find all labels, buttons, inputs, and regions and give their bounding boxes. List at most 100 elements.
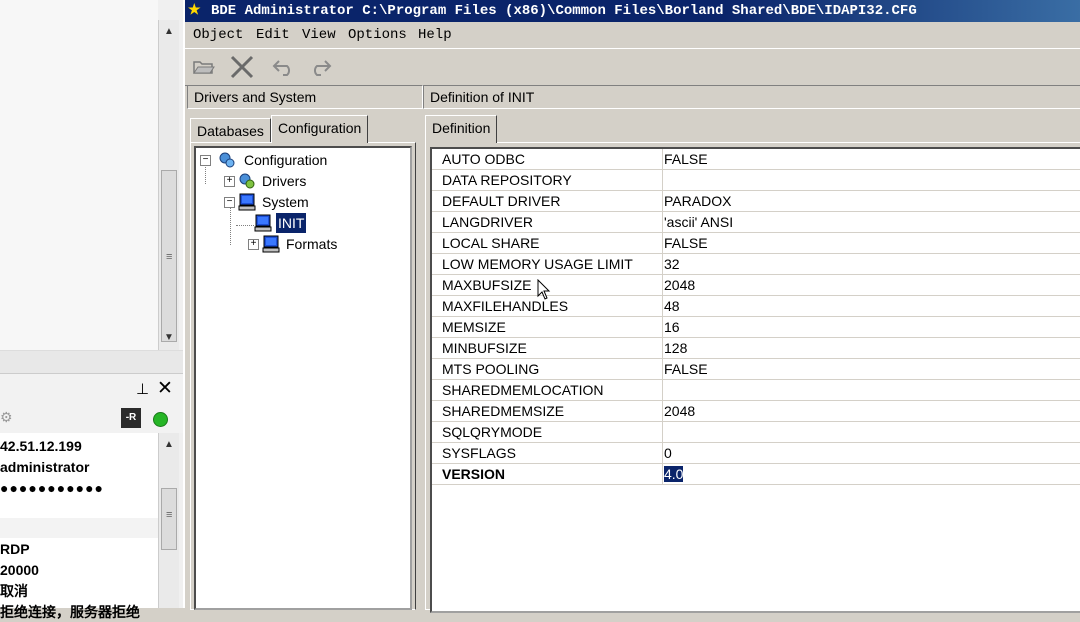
tree-node-system[interactable]: − System xyxy=(224,192,404,212)
tree-label: Drivers xyxy=(262,173,307,189)
setting-name[interactable]: MTS POOLING xyxy=(432,359,663,379)
setting-name[interactable]: SHAREDMEMSIZE xyxy=(432,401,663,421)
setting-name[interactable]: DATA REPOSITORY xyxy=(432,170,663,190)
tab-definition[interactable]: Definition xyxy=(425,115,498,143)
grip-icon: ≡ xyxy=(166,251,173,263)
setting-value[interactable]: 32 xyxy=(664,254,680,274)
table-row[interactable]: MTS POOLING FALSE xyxy=(432,359,1080,380)
setting-value[interactable]: FALSE xyxy=(664,359,708,379)
tree-node-formats[interactable]: + Formats xyxy=(248,234,368,254)
setting-value[interactable]: 'ascii' ANSI xyxy=(664,212,733,232)
setting-value[interactable]: PARADOX xyxy=(664,191,731,211)
list-item[interactable]: ●●●●●●●●●●● xyxy=(0,478,158,498)
setting-name[interactable]: MEMSIZE xyxy=(432,317,663,337)
setting-name[interactable]: DEFAULT DRIVER xyxy=(432,191,663,211)
table-row[interactable]: MAXFILEHANDLES 48 xyxy=(432,296,1080,317)
setting-name[interactable]: VERSION xyxy=(432,464,663,484)
setting-value[interactable]: 48 xyxy=(664,296,680,316)
undo-button[interactable] xyxy=(269,53,299,81)
definition-panel: AUTO ODBC FALSE DATA REPOSITORY DEFAULT D… xyxy=(425,142,1080,613)
table-row[interactable]: DEFAULT DRIVER PARADOX xyxy=(432,191,1080,212)
setting-value[interactable]: FALSE xyxy=(664,149,708,169)
scroll-down-icon[interactable]: ▼ xyxy=(164,332,174,343)
setting-name[interactable]: LOCAL SHARE xyxy=(432,233,663,253)
table-row[interactable]: SQLQRYMODE xyxy=(432,422,1080,443)
background-app-panel: ▲ ≡ ▼ ⊥ ✕ ⚙ -R 42.51.12.199 administrato… xyxy=(0,0,183,620)
table-row[interactable]: LANGDRIVER'ascii' ANSI xyxy=(432,212,1080,233)
connection-tool-icon[interactable]: ⚙ xyxy=(0,409,14,425)
close-icon[interactable]: ✕ xyxy=(157,377,173,400)
menu-object[interactable]: Object xyxy=(193,27,243,43)
setting-value[interactable]: FALSE xyxy=(664,233,708,253)
tree-node-drivers[interactable]: + Drivers xyxy=(224,171,404,191)
horizontal-scrollbar[interactable] xyxy=(0,350,183,373)
table-row[interactable]: MAXBUFSIZE 2048 xyxy=(432,275,1080,296)
setting-name[interactable]: LOW MEMORY USAGE LIMIT xyxy=(432,254,663,274)
tab-configuration[interactable]: Configuration xyxy=(271,115,369,143)
vertical-scrollbar[interactable]: ▲ ≡ ▼ xyxy=(158,20,179,350)
setting-value[interactable]: 2048 xyxy=(664,401,695,421)
tab-databases[interactable]: Databases xyxy=(190,118,271,143)
selected-value-text[interactable]: 4.0 xyxy=(664,466,684,482)
tree-label: Configuration xyxy=(244,152,328,168)
list-item[interactable]: RDP xyxy=(0,539,158,559)
setting-value[interactable]: 2048 xyxy=(664,275,695,295)
setting-name[interactable]: SHAREDMEMLOCATION xyxy=(432,380,663,400)
formats-computer-icon xyxy=(262,235,280,253)
list-item[interactable]: 42.51.12.199 xyxy=(0,436,158,456)
pin-icon[interactable]: ⊥ xyxy=(136,380,149,398)
panel-header: ⊥ ✕ xyxy=(0,373,183,404)
menu-help[interactable]: Help xyxy=(418,27,452,43)
table-row[interactable]: AUTO ODBC FALSE xyxy=(432,149,1080,170)
tree-node-init[interactable]: INIT xyxy=(254,213,344,233)
tree-node-configuration[interactable]: − Configuration xyxy=(200,150,400,170)
table-row[interactable]: VERSION 4.0 xyxy=(432,464,1080,485)
open-button[interactable] xyxy=(189,53,219,81)
list-item[interactable] xyxy=(0,518,158,538)
title-bar[interactable]: ★ BDE Administrator C:\Program Files (x8… xyxy=(185,0,1080,22)
list-item[interactable]: administrator xyxy=(0,457,158,477)
menu-view[interactable]: View xyxy=(302,27,336,43)
table-row[interactable]: LOCAL SHARE FALSE xyxy=(432,233,1080,254)
setting-value[interactable]: 128 xyxy=(664,338,687,358)
connection-properties-list: 42.51.12.199 administrator ●●●●●●●●●●● R… xyxy=(0,433,158,620)
definition-grid[interactable]: AUTO ODBC FALSE DATA REPOSITORY DEFAULT D… xyxy=(430,147,1080,613)
setting-value[interactable]: 0 xyxy=(664,443,672,463)
expand-icon[interactable]: + xyxy=(224,176,235,187)
collapse-icon[interactable]: − xyxy=(200,155,211,166)
table-row[interactable]: DATA REPOSITORY xyxy=(432,170,1080,191)
list-item[interactable]: 拒绝连接，服务器拒绝 xyxy=(0,602,158,622)
scroll-up-icon[interactable]: ▲ xyxy=(164,439,174,450)
menu-options[interactable]: Options xyxy=(348,27,407,43)
vertical-scrollbar[interactable]: ▲ ≡ xyxy=(158,433,179,608)
table-row[interactable]: SYSFLAGS 0 xyxy=(432,443,1080,464)
table-row[interactable]: SHAREDMEMLOCATION xyxy=(432,380,1080,401)
scroll-up-icon[interactable]: ▲ xyxy=(164,26,174,37)
list-item[interactable]: 取消 xyxy=(0,581,158,601)
delete-button[interactable] xyxy=(227,53,257,81)
setting-name[interactable]: MINBUFSIZE xyxy=(432,338,663,358)
table-row[interactable]: MINBUFSIZE 128 xyxy=(432,338,1080,359)
status-online-icon xyxy=(153,412,168,427)
setting-name[interactable]: AUTO ODBC xyxy=(432,149,663,169)
collapse-icon[interactable]: − xyxy=(224,197,235,208)
window-title: BDE Administrator C:\Program Files (x86)… xyxy=(211,3,917,19)
menu-edit[interactable]: Edit xyxy=(256,27,290,43)
scroll-thumb[interactable]: ≡ xyxy=(161,170,177,342)
open-folder-icon xyxy=(193,61,215,74)
rdp-badge-icon[interactable]: -R xyxy=(121,408,141,428)
setting-value-selected[interactable]: 4.0 xyxy=(664,464,684,484)
expand-icon[interactable]: + xyxy=(248,239,259,250)
table-row[interactable]: MEMSIZE 16 xyxy=(432,317,1080,338)
setting-name[interactable]: LANGDRIVER xyxy=(432,212,663,232)
table-row[interactable]: LOW MEMORY USAGE LIMIT 32 xyxy=(432,254,1080,275)
setting-name[interactable]: SYSFLAGS xyxy=(432,443,663,463)
configuration-tree[interactable]: − Configuration + Drivers − System INIT … xyxy=(194,146,412,610)
scroll-thumb[interactable]: ≡ xyxy=(161,488,177,550)
table-row[interactable]: SHAREDMEMSIZE 2048 xyxy=(432,401,1080,422)
setting-name[interactable]: SQLQRYMODE xyxy=(432,422,663,442)
setting-value[interactable]: 16 xyxy=(664,317,680,337)
redo-button[interactable] xyxy=(305,53,335,81)
bde-app-icon[interactable]: ★ xyxy=(188,3,204,19)
list-item[interactable]: 20000 xyxy=(0,560,158,580)
